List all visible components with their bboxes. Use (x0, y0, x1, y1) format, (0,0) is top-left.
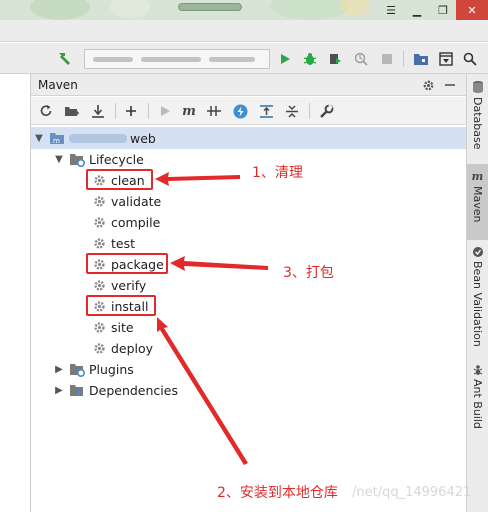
arrow-to-package (170, 256, 268, 271)
annotation-arrows (155, 172, 268, 465)
watermark-text: /net/qq_14996421 (352, 485, 472, 500)
clean-annotation: 1、清理 (252, 165, 303, 181)
arrow-to-clean (155, 172, 240, 186)
package-annotation: 3、打包 (283, 265, 334, 281)
install-annotation: 2、安装到本地仓库 (217, 485, 338, 501)
arrow-to-install (157, 317, 248, 465)
